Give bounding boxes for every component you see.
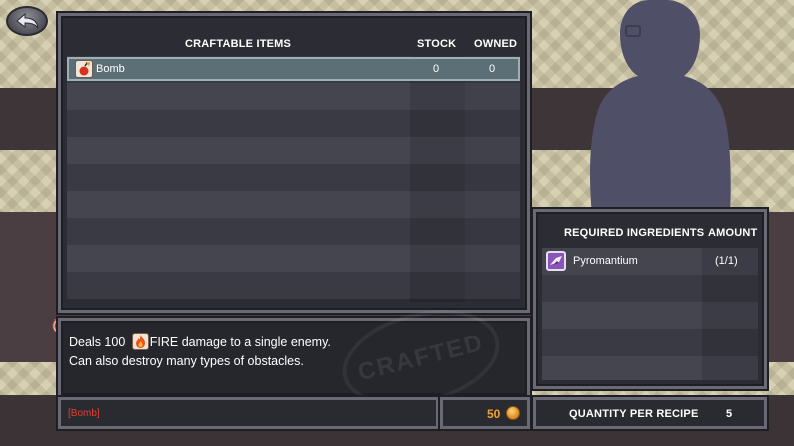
back-arrow-icon — [16, 12, 39, 29]
ingredient-name: Pyromantium — [573, 255, 638, 267]
ingredients-list: Pyromantium (1/1) — [542, 248, 758, 380]
coin-icon — [506, 406, 520, 420]
item-stock: 0 — [433, 63, 440, 75]
required-ingredients-header: REQUIRED INGREDIENTS — [564, 227, 705, 239]
quantity-label: QUANTITY PER RECIPE — [569, 408, 699, 420]
back-button[interactable] — [6, 6, 48, 36]
owned-header: OWNED — [474, 38, 518, 50]
amount-column — [702, 248, 758, 380]
craftable-item-row[interactable]: Bomb 0 0 — [67, 57, 520, 81]
quantity-bar: QUANTITY PER RECIPE 5 — [533, 397, 767, 429]
selected-item-name: [Bomb] — [68, 408, 100, 419]
required-ingredients-panel: REQUIRED INGREDIENTS AMOUNT Pyromantium … — [533, 209, 767, 389]
shopkeeper-silhouette — [590, 0, 731, 215]
craftable-items-header: CRAFTABLE ITEMS — [185, 38, 292, 50]
pyromantium-icon — [546, 251, 566, 271]
description-panel: CRAFTED Deals 100 FIRE damage to a singl… — [58, 294, 530, 422]
description-line-1: Deals 100 FIRE damage to a single enemy. — [69, 333, 331, 350]
stock-header: STOCK — [417, 38, 457, 50]
craftable-items-panel: CRAFTABLE ITEMS STOCK OWNED Bomb 0 0 — [58, 13, 530, 313]
cost-value: 50 — [487, 407, 501, 421]
craftable-items-list: Bomb 0 0 — [67, 56, 520, 302]
item-name-bar: [Bomb] — [58, 397, 439, 429]
bomb-icon — [75, 60, 93, 78]
description-line-2: Can also destroy many types of obstacles… — [69, 354, 304, 368]
ingredient-amount: (1/1) — [715, 255, 738, 267]
item-name: Bomb — [96, 63, 125, 75]
damage-type-text: FIRE damage to a single enemy. — [149, 335, 331, 349]
cost-bar: 50 — [440, 397, 530, 429]
quantity-value: 5 — [726, 408, 733, 420]
fire-icon — [131, 333, 149, 350]
stock-column — [410, 56, 465, 302]
owned-column — [465, 56, 520, 302]
damage-text: Deals 100 — [69, 335, 126, 349]
item-owned: 0 — [489, 63, 496, 75]
amount-header: AMOUNT — [708, 227, 758, 239]
